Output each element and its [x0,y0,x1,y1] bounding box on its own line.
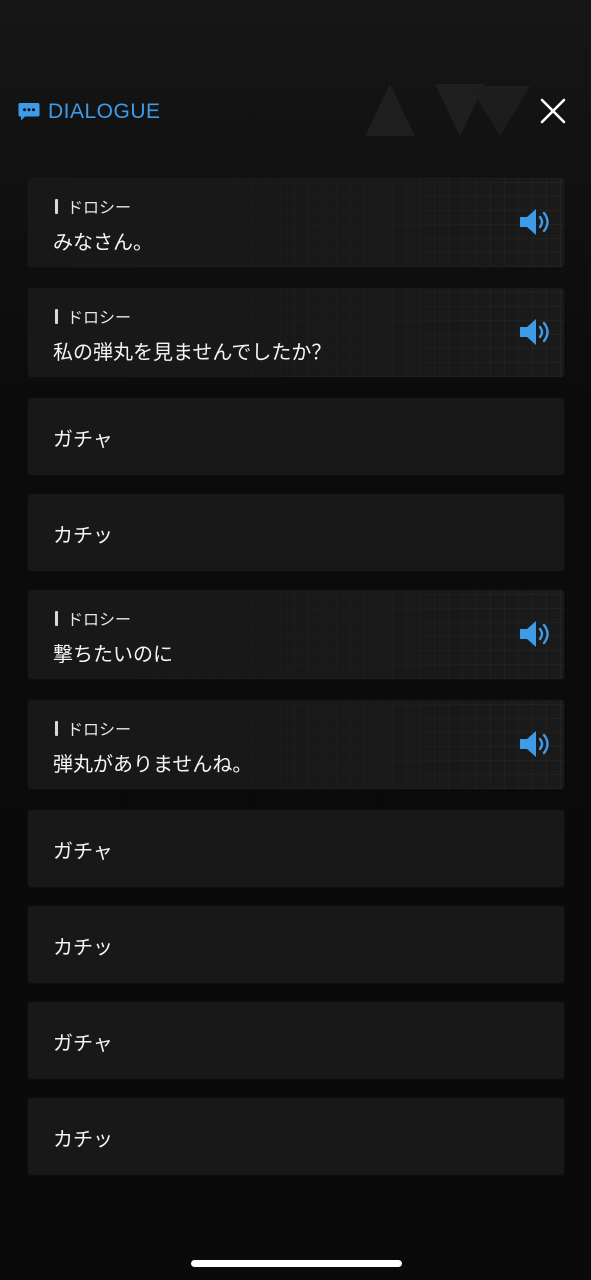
dialogue-text: カチッ [53,935,113,959]
play-voice-button[interactable] [518,618,552,650]
dialogue-entry: カチッ [28,494,564,571]
close-button[interactable] [536,94,570,128]
dialogue-entry: カチッ [28,1098,564,1175]
play-voice-button[interactable] [518,728,552,760]
home-indicator[interactable] [191,1260,402,1267]
speaker-volume-icon [520,319,549,345]
speaker-marker [55,610,58,626]
play-voice-button[interactable] [518,206,552,238]
dialogue-text: ガチャ [53,427,113,451]
speaker-volume-icon [520,209,549,235]
speaker-name: ドロシー [67,198,132,217]
close-icon [540,98,566,124]
dialogue-title-label: DIALOGUE [48,100,161,123]
dialogue-entry: ドロシー みなさん。 [28,178,564,267]
dialogue-text: みなさん。 [53,230,153,254]
speaker-row: ドロシー [55,606,131,630]
dialogue-text: 弾丸がありませんね。 [53,752,253,776]
dialogue-entry: ガチャ [28,1002,564,1079]
dialogue-entry: ガチャ [28,398,564,475]
dialogue-text: ガチャ [53,1031,113,1055]
speaker-name: ドロシー [67,308,132,327]
speaker-name: ドロシー [67,610,132,629]
dialogue-text: ガチャ [53,839,113,863]
dialogue-entry: ドロシー 弾丸がありませんね。 [28,700,564,789]
dialogue-entry: ガチャ [28,810,564,887]
speaker-row: ドロシー [55,304,131,328]
speaker-row: ドロシー [55,194,131,218]
dialogue-entry: ドロシー 撃ちたいのに [28,590,564,679]
speaker-marker [55,720,58,736]
dialogue-text: カチッ [53,1127,113,1151]
dialogue-text: カチッ [53,523,113,547]
decorative-logo-icon [365,84,530,136]
chat-bubble-icon [18,103,40,121]
play-voice-button[interactable] [518,316,552,348]
speaker-row: ドロシー [55,716,131,740]
dialogue-log-list[interactable]: ドロシー みなさん。 ドロシー 私の弾丸を見ませんでしたか？ ガチャ カチッ ド… [28,178,564,1194]
speaker-marker [55,308,58,324]
speaker-volume-icon [520,731,549,757]
dialogue-text: 私の弾丸を見ませんでしたか？ [53,340,332,364]
speaker-name: ドロシー [67,720,132,739]
dialogue-text: 撃ちたいのに [53,642,173,666]
dialogue-entry: カチッ [28,906,564,983]
dialogue-title: DIALOGUE [18,100,161,124]
speaker-volume-icon [520,621,549,647]
dialogue-entry: ドロシー 私の弾丸を見ませんでしたか？ [28,288,564,377]
speaker-marker [55,198,58,214]
dialogue-header: DIALOGUE [0,70,591,160]
